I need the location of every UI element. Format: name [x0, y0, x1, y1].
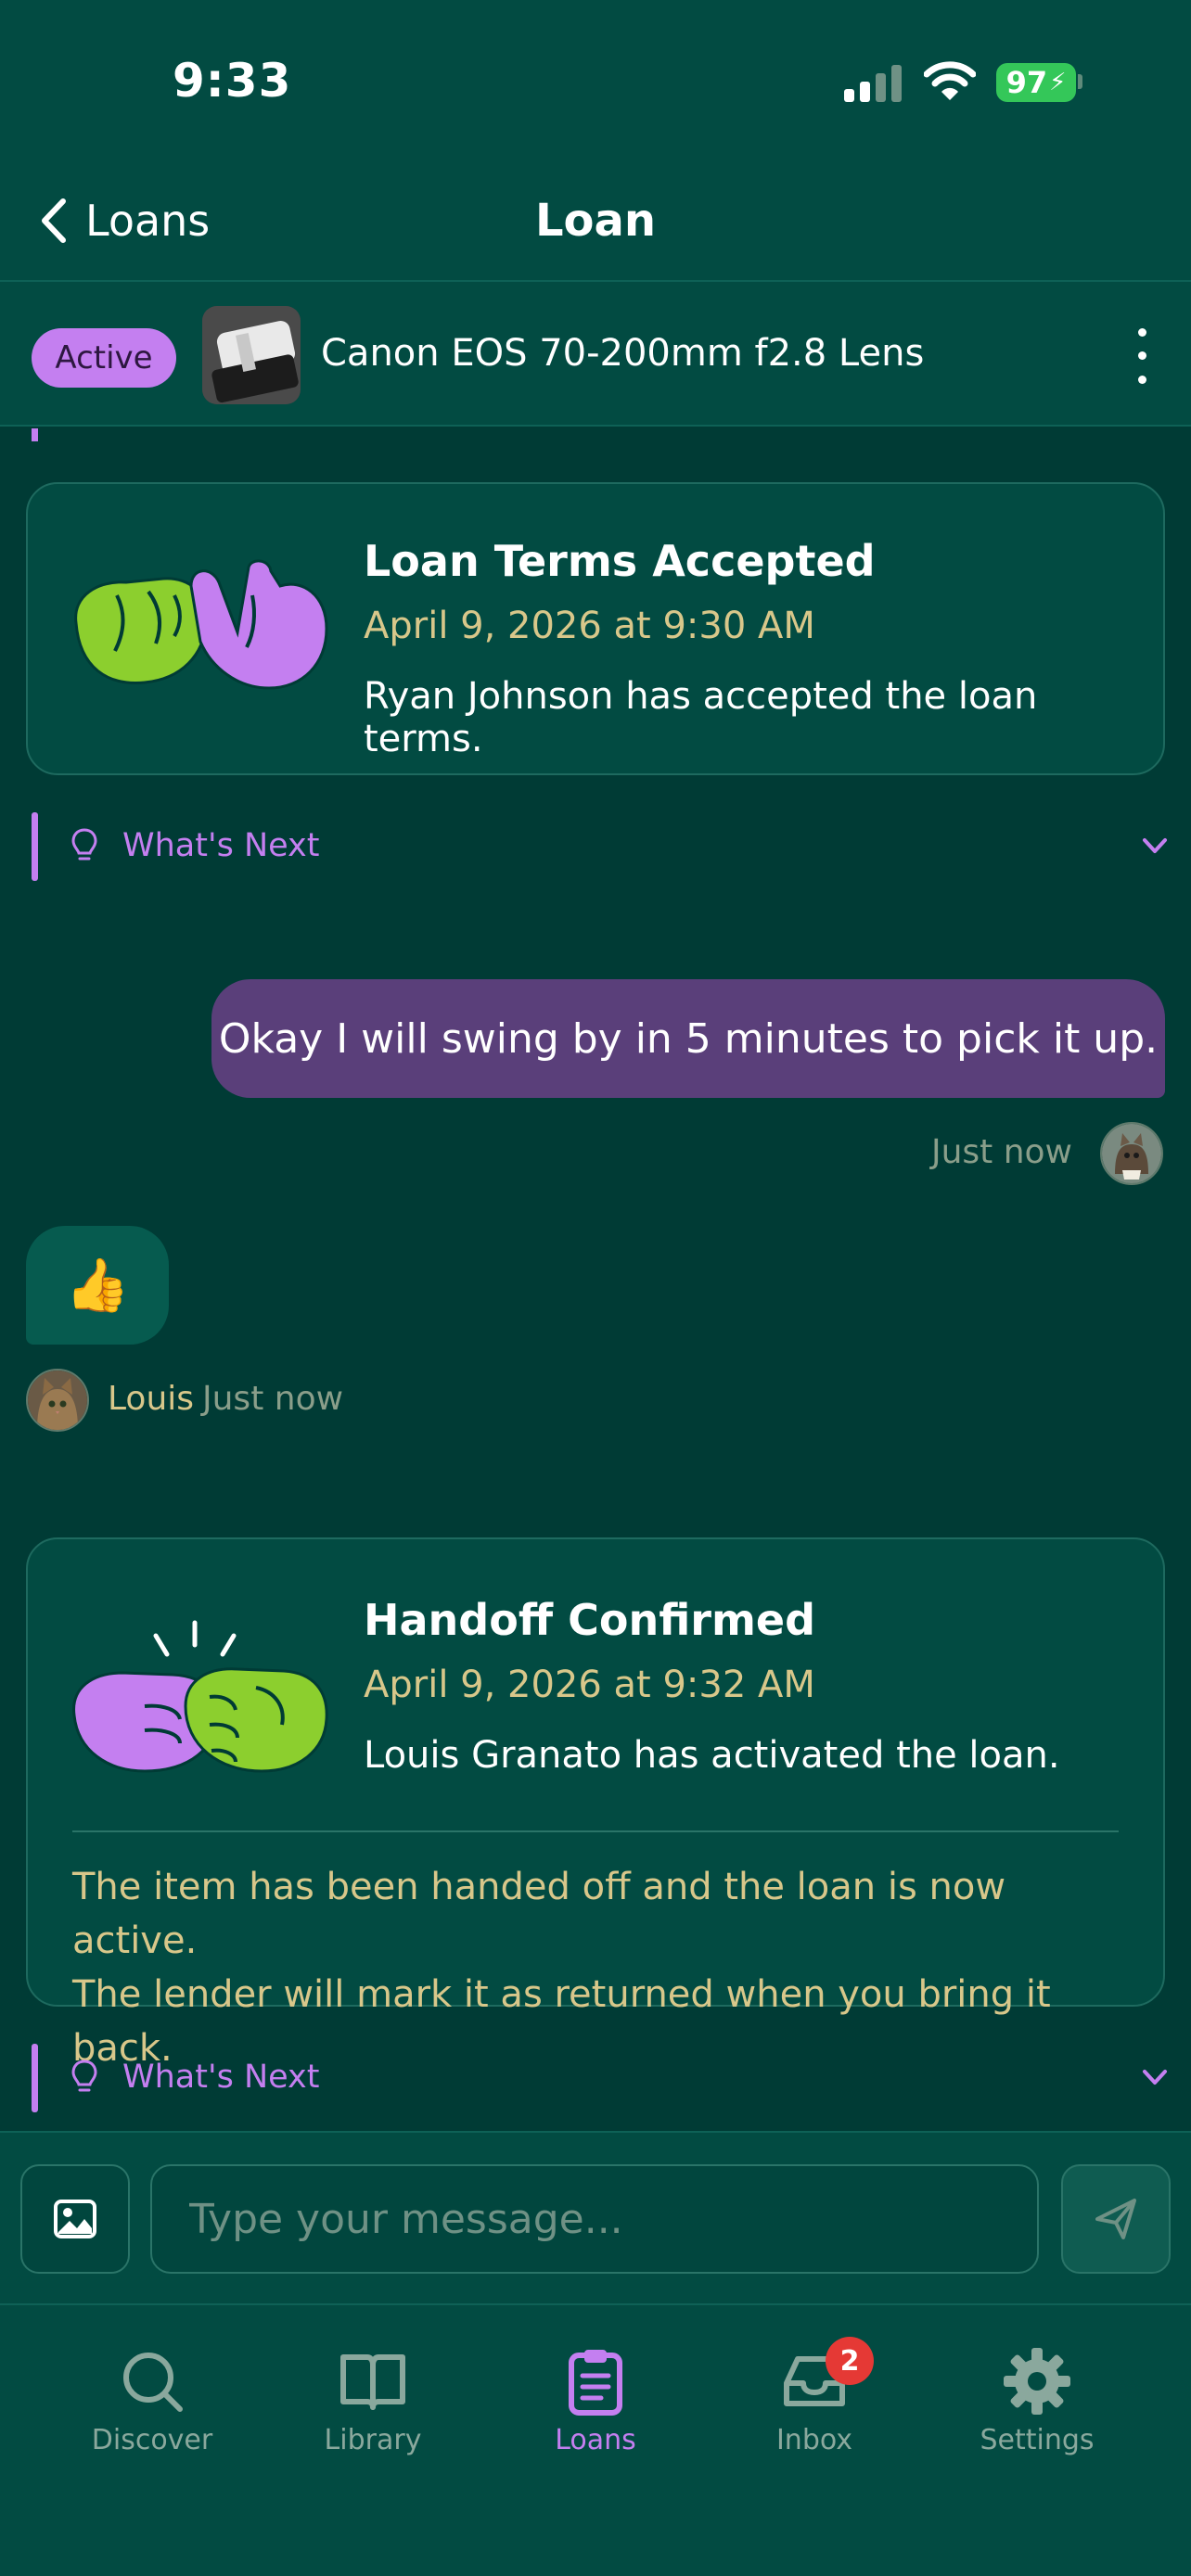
tab-inbox[interactable]: 2 Inbox: [722, 2337, 907, 2467]
cellular-signal-icon: [844, 65, 902, 102]
event-card-handoff-confirmed: Handoff Confirmed April 9, 2026 at 9:32 …: [26, 1537, 1165, 2070]
item-thumbnail: [202, 306, 301, 404]
message-compose-bar: [0, 2131, 1191, 2303]
navigation-bar: Loans Loan: [0, 163, 1191, 282]
event-note-line: The item has been handed off and the loa…: [72, 1866, 1006, 1962]
fist-bump-illustration: [72, 1620, 328, 1773]
avatar: [1100, 1122, 1163, 1185]
tab-label: Discover: [91, 2424, 213, 2456]
whats-next-label: What's Next: [122, 827, 320, 864]
event-description: Louis Granato has activated the loan.: [364, 1734, 1060, 1777]
event-description: Ryan Johnson has accepted the loan terms…: [364, 675, 1038, 760]
status-badge: Active: [32, 328, 176, 388]
sender-name: Louis: [108, 1380, 195, 1418]
message-timestamp: Just now: [930, 1133, 1072, 1171]
gear-icon: [1004, 2348, 1070, 2415]
battery-tip: [1078, 74, 1082, 89]
item-title: Canon EOS 70-200mm f2.8 Lens: [321, 332, 925, 375]
page-title: Loan: [534, 195, 657, 247]
event-card-terms-accepted: Loan Terms Accepted April 9, 2026 at 9:3…: [26, 482, 1165, 775]
tab-settings[interactable]: Settings: [944, 2346, 1130, 2467]
more-options-button[interactable]: [1128, 321, 1156, 391]
lens-image: [202, 306, 301, 404]
wifi-icon: [924, 61, 976, 100]
outgoing-message-bubble[interactable]: Okay I will swing by in 5 minutes to pic…: [211, 979, 1165, 1098]
search-icon: [123, 2353, 183, 2412]
chevron-down-icon: [1143, 838, 1167, 853]
whats-next-accent: [32, 812, 38, 881]
whats-next-toggle[interactable]: What's Next: [32, 812, 1172, 881]
more-dot: [1137, 328, 1146, 338]
battery-level: 97: [1005, 65, 1048, 100]
message-timestamp: Just now: [202, 1380, 344, 1418]
event-title: Handoff Confirmed: [364, 1595, 816, 1645]
unread-badge: 2: [826, 2337, 874, 2385]
whats-next-toggle[interactable]: What's Next: [32, 2044, 1172, 2112]
incoming-message-bubble[interactable]: 👍: [26, 1226, 169, 1345]
message-input[interactable]: [150, 2164, 1039, 2274]
send-button[interactable]: [1061, 2164, 1171, 2274]
status-bar: 9:33 97 ⚡: [0, 0, 1191, 163]
tab-label: Loans: [555, 2424, 636, 2456]
battery-indicator: 97 ⚡: [996, 63, 1076, 102]
more-dot: [1137, 375, 1146, 384]
status-time: 9:33: [173, 54, 292, 108]
tab-label: Inbox: [775, 2424, 853, 2456]
avatar: [26, 1369, 89, 1432]
whats-next-label: What's Next: [122, 2059, 320, 2096]
lightbulb-icon: [71, 2060, 97, 2092]
cat-avatar-image: [1102, 1124, 1161, 1183]
tab-library[interactable]: Library: [280, 2346, 466, 2467]
whats-next-accent: [32, 2044, 38, 2112]
loan-item-header[interactable]: Active Canon EOS 70-200mm f2.8 Lens: [0, 282, 1191, 427]
clipboard-icon: [569, 2350, 622, 2416]
tab-bar: Discover Library Loans 2 Inbox Settings: [0, 2303, 1191, 2576]
event-title: Loan Terms Accepted: [364, 536, 876, 586]
tab-loans[interactable]: Loans: [503, 2346, 688, 2467]
lightbulb-icon: [71, 828, 97, 861]
attach-image-button[interactable]: [20, 2164, 130, 2274]
tab-discover[interactable]: Discover: [59, 2346, 245, 2467]
book-icon: [340, 2354, 405, 2410]
timeline-connector: [32, 428, 38, 441]
tab-label: Library: [324, 2424, 422, 2456]
more-dot: [1137, 351, 1146, 361]
send-icon: [1095, 2199, 1136, 2239]
tab-label: Settings: [980, 2424, 1095, 2456]
event-date: April 9, 2026 at 9:32 AM: [364, 1664, 815, 1706]
image-icon: [54, 2200, 96, 2238]
chevron-down-icon: [1143, 2070, 1167, 2085]
card-divider: [72, 1830, 1119, 1832]
charging-bolt-icon: ⚡: [1049, 69, 1067, 96]
thumbs-up-emoji: 👍: [65, 1256, 130, 1316]
event-date: April 9, 2026 at 9:30 AM: [364, 605, 815, 647]
pinky-promise-illustration: [74, 559, 328, 690]
cat-avatar-image: [28, 1371, 87, 1430]
